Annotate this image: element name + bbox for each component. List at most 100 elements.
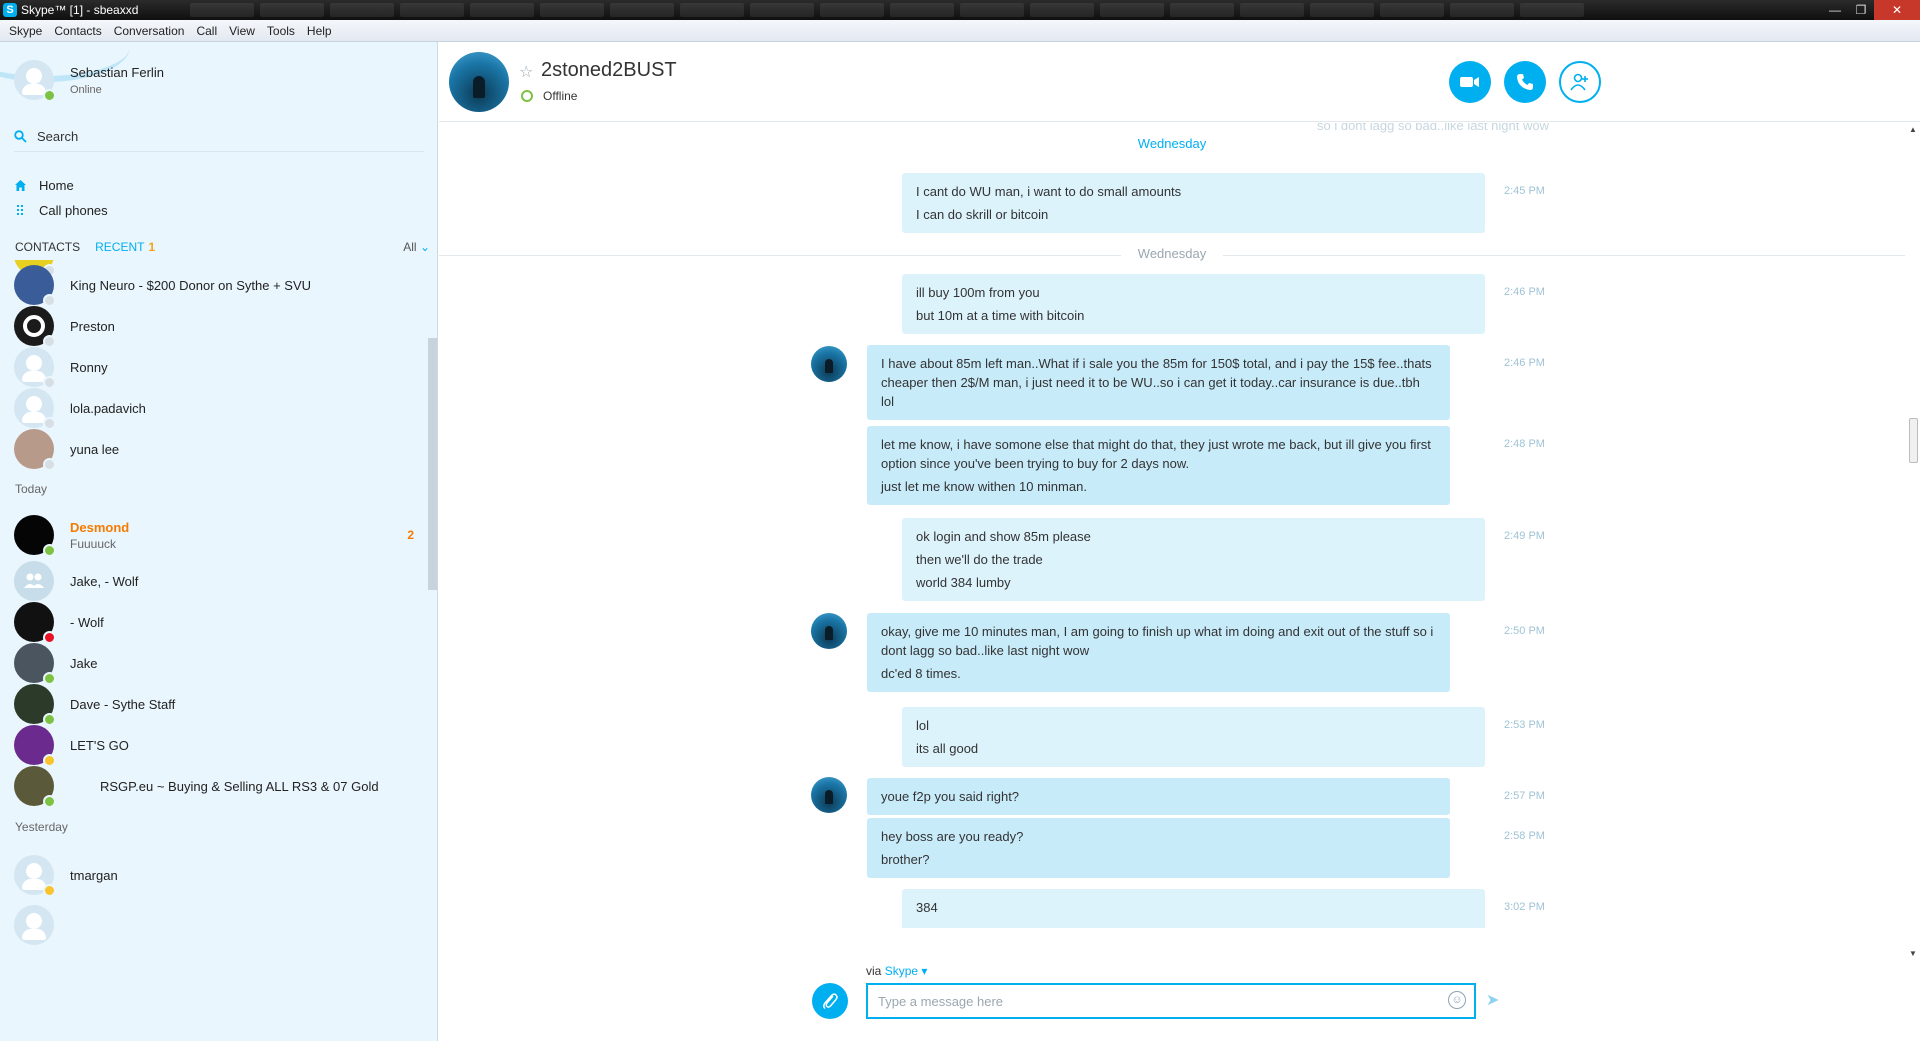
avatar[interactable] [811, 777, 847, 813]
avatar[interactable] [811, 346, 847, 382]
conversation-header: ☆ 2stoned2BUST Offline [439, 42, 1920, 122]
message-text: hey boss are you ready? [881, 829, 1024, 844]
message-text: world 384 lumby [916, 575, 1011, 590]
search-icon [14, 130, 27, 143]
conversation-status: Offline [543, 89, 578, 103]
message-scrollbar[interactable]: ▲ ▼ [1907, 123, 1920, 963]
attach-button[interactable] [812, 983, 848, 1019]
avatar [14, 684, 56, 726]
filter-dropdown[interactable]: All ⌄ [403, 240, 430, 254]
message-history: so i dont lagg so bad..like last night w… [439, 123, 1905, 928]
nav-home[interactable]: Home [14, 178, 74, 193]
contact-name: King Neuro - $200 Donor on Sythe + SVU [70, 277, 312, 293]
message-bubble[interactable]: ill buy 100m from you but 10m at a time … [902, 274, 1485, 334]
menu-view[interactable]: View [223, 24, 261, 38]
close-icon[interactable]: ✕ [1874, 0, 1920, 20]
message-bubble[interactable]: ok login and show 85m please then we'll … [902, 518, 1485, 601]
emoticon-icon[interactable]: ☺ [1448, 991, 1466, 1009]
nav-call-phones[interactable]: Call phones [14, 203, 108, 218]
group-icon [23, 572, 45, 590]
message-text: just let me know withen 10 minman. [881, 479, 1087, 494]
message-bubble[interactable]: hey boss are you ready? brother? [867, 818, 1450, 878]
message-bubble[interactable]: 384 [902, 889, 1485, 928]
profile[interactable]: Sebastian Ferlin Online [14, 60, 164, 102]
profile-name: Sebastian Ferlin [70, 64, 164, 80]
contact-name: RSGP.eu ~ Buying & Selling ALL RS3 & 07 … [100, 778, 379, 794]
message-text: I have about 85m left man..What if i sal… [881, 356, 1432, 409]
home-icon [14, 179, 27, 192]
contact-tabs: CONTACTS RECENT 1 All ⌄ [15, 240, 430, 254]
menu-contacts[interactable]: Contacts [48, 24, 107, 38]
search-box[interactable]: Search [14, 122, 424, 152]
minimize-icon[interactable]: — [1822, 0, 1848, 20]
message-timestamp: 2:58 PM [1504, 830, 1545, 842]
video-call-button[interactable] [1449, 61, 1491, 103]
contact-name: - Wolf [70, 614, 104, 630]
message-bubble[interactable]: lol its all good [902, 707, 1485, 767]
restore-icon[interactable]: ❐ [1848, 0, 1874, 20]
video-camera-icon [1460, 77, 1479, 87]
message-timestamp: 2:53 PM [1504, 719, 1545, 731]
via-selector[interactable]: via Skype ▾ [866, 964, 927, 978]
list-item[interactable]: yuna lee [14, 424, 424, 474]
search-label: Search [37, 129, 79, 144]
list-item[interactable] [14, 900, 424, 950]
list-item[interactable]: Desmond Fuuuuck 2 [14, 510, 424, 560]
message-bubble[interactable]: I cant do WU man, i want to do small amo… [902, 173, 1485, 233]
menu-tools[interactable]: Tools [261, 24, 301, 38]
message-text: but 10m at a time with bitcoin [916, 308, 1085, 323]
avatar[interactable] [811, 613, 847, 649]
day-separator: Wednesday [439, 136, 1905, 151]
contact-name: Dave - Sythe Staff [70, 696, 176, 712]
message-bubble[interactable]: I have about 85m left man..What if i sal… [867, 345, 1450, 420]
send-icon[interactable]: ➤ [1486, 990, 1499, 1010]
conversation-title[interactable]: 2stoned2BUST [541, 59, 677, 82]
add-person-icon [1570, 73, 1588, 91]
message-bubble[interactable]: okay, give me 10 minutes man, I am going… [867, 613, 1450, 692]
dialpad-icon [14, 204, 27, 217]
menu-help[interactable]: Help [301, 24, 338, 38]
message-text: ill buy 100m from you [916, 285, 1040, 300]
message-bubble[interactable]: let me know, i have somone else that mig… [867, 426, 1450, 505]
message-text: 384 [916, 900, 938, 915]
message-timestamp: 2:50 PM [1504, 625, 1545, 637]
avatar[interactable] [449, 52, 509, 112]
scroll-thumb[interactable] [1909, 418, 1918, 463]
message-bubble[interactable]: youe f2p you said right? [867, 778, 1450, 815]
tab-recent[interactable]: RECENT [95, 240, 144, 254]
avatar [14, 265, 56, 307]
presence-offline-icon [521, 90, 533, 102]
menu-conversation[interactable]: Conversation [108, 24, 191, 38]
contact-name: Desmond [70, 519, 130, 535]
contact-name: lola.padavich [70, 400, 146, 416]
section-today: Today [15, 482, 48, 496]
avatar [14, 60, 56, 102]
sidebar-scrollbar[interactable] [428, 338, 437, 590]
message-text: lol [916, 718, 930, 733]
add-people-button[interactable] [1559, 61, 1601, 103]
day-separator: Wednesday [439, 246, 1905, 261]
message-input[interactable] [878, 985, 1428, 1017]
star-icon[interactable]: ☆ [519, 62, 533, 82]
list-item[interactable]: tmargan [14, 850, 424, 900]
message-text: dc'ed 8 times. [881, 666, 961, 681]
audio-call-button[interactable] [1504, 61, 1546, 103]
message-text: ok login and show 85m please [916, 529, 1091, 544]
message-timestamp: 3:02 PM [1504, 901, 1545, 913]
tab-contacts[interactable]: CONTACTS [15, 240, 80, 254]
profile-status[interactable]: Online [70, 84, 164, 96]
via-label: via [866, 964, 882, 978]
scroll-up-icon[interactable]: ▲ [1909, 125, 1917, 134]
message-text: youe f2p you said right? [881, 789, 1020, 804]
message-text: I can do skrill or bitcoin [916, 207, 1049, 222]
taskbar-strip [190, 3, 1650, 17]
message-snippet: Fuuuuck [70, 536, 117, 551]
menu-skype[interactable]: Skype [3, 24, 48, 38]
scroll-down-icon[interactable]: ▼ [1909, 949, 1917, 958]
message-text: let me know, i have somone else that mig… [881, 437, 1431, 471]
nav-call-phones-label: Call phones [39, 203, 108, 218]
menu-call[interactable]: Call [190, 24, 223, 38]
contact-list: King Neuro - $200 Donor on Sythe + SVU P… [0, 260, 428, 1041]
avatar [14, 602, 56, 644]
list-item[interactable]: RSGP.eu ~ Buying & Selling ALL RS3 & 07 … [14, 761, 424, 811]
